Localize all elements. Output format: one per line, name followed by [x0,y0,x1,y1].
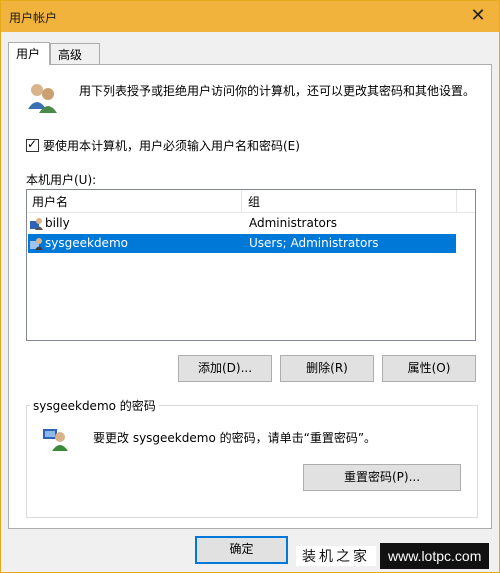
column-divider[interactable] [241,190,242,212]
remove-user-button[interactable]: 删除(R) [280,355,374,382]
add-user-button[interactable]: 添加(D)... [178,355,272,382]
window-title: 用户帐户 [9,11,58,25]
user-name: sysgeekdemo [45,236,128,250]
close-icon[interactable]: ✕ [467,5,489,26]
users-icon [28,84,57,113]
user-row-sysgeekdemo[interactable]: sysgeekdemo Users; Administrators [28,234,456,253]
require-login-option[interactable]: 要使用本计算机，用户必须输入用户名和密码(E) [26,137,300,154]
watermark-site-name: 装机之家 [296,546,376,566]
column-divider[interactable] [456,190,457,212]
password-group [26,405,478,518]
tab-advanced[interactable]: 高级 [50,43,100,64]
local-users-label: 本机用户(U): [26,173,97,187]
tab-users[interactable]: 用户 [8,42,50,65]
user-icon [30,238,43,250]
users-list[interactable]: 用户名 组 billy Administrators sysgeekdemo U… [26,189,476,341]
ok-button[interactable]: 确定 [195,536,288,564]
column-header-group[interactable]: 组 [248,193,260,210]
reset-password-button[interactable]: 重置密码(P)... [303,464,461,491]
user-group: Administrators [249,216,338,230]
list-header: 用户名 组 [27,190,475,213]
site-watermark: 装机之家 www.lotpc.com [296,541,490,571]
properties-button[interactable]: 属性(O) [382,355,476,382]
description-text: 用下列表授予或拒绝用户访问你的计算机，还可以更改其密码和其他设置。 [79,84,476,98]
password-instruction: 要更改 sysgeekdemo 的密码，请单击“重置密码”。 [93,431,377,445]
title-bar[interactable]: 用户帐户 ✕ [1,1,499,32]
watermark-url: www.lotpc.com [380,543,490,569]
user-accounts-window: 用户帐户 ✕ 用户 高级 用下列表授予或拒绝用户访问你的计算机，还可以更改其密码… [0,0,500,573]
password-group-label: sysgeekdemo 的密码 [30,397,159,414]
require-login-checkbox[interactable] [26,137,39,152]
user-row-billy[interactable]: billy Administrators [28,214,456,233]
user-name: billy [45,216,70,230]
users-tab-panel: 用下列表授予或拒绝用户访问你的计算机，还可以更改其密码和其他设置。 要使用本计算… [8,64,492,529]
require-login-label: 要使用本计算机，用户必须输入用户名和密码(E) [43,139,300,153]
column-header-username[interactable]: 用户名 [32,193,68,210]
user-group: Users; Administrators [249,236,379,250]
user-icon [30,218,43,230]
user-password-icon [43,429,68,451]
